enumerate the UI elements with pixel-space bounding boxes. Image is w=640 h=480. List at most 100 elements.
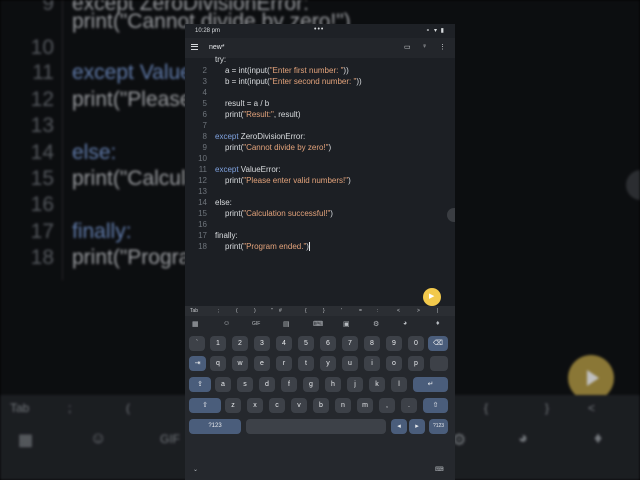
key[interactable]: 7	[342, 336, 358, 351]
line-number: 2	[202, 66, 207, 75]
line-number: 7	[202, 121, 207, 130]
emoji-icon[interactable]: ☺	[223, 320, 230, 327]
backspace-key[interactable]: ⌫	[428, 336, 448, 351]
symbols-key-right[interactable]: ?123	[429, 419, 448, 434]
key[interactable]: 0	[408, 336, 424, 351]
symbol-key[interactable]: >	[417, 308, 420, 314]
line-code: try:	[215, 55, 227, 64]
shift-key-left[interactable]: ⇧	[189, 398, 221, 413]
caps-key[interactable]: ⇪	[189, 377, 211, 392]
key[interactable]: p	[408, 356, 424, 371]
bg-symbol: (	[126, 401, 130, 415]
key[interactable]: 9	[386, 336, 402, 351]
symbol-key[interactable]: )	[254, 308, 256, 314]
key[interactable]: .	[401, 398, 417, 413]
clipboard-icon[interactable]: ▤	[283, 320, 290, 328]
enter-key[interactable]: ↵	[413, 377, 448, 392]
file-title[interactable]: new*	[209, 44, 225, 51]
key[interactable]: ,	[379, 398, 395, 413]
bg-symbol: }	[545, 401, 550, 415]
key[interactable]: 8	[364, 336, 380, 351]
key[interactable]: 6	[320, 336, 336, 351]
line-number: 13	[198, 187, 207, 196]
key[interactable]: f	[281, 377, 297, 392]
key[interactable]: a	[215, 377, 231, 392]
key[interactable]: d	[259, 377, 275, 392]
settings-icon[interactable]: ⚙	[373, 320, 379, 328]
bulb-icon[interactable]: ♀	[422, 43, 427, 50]
arrow-right-icon: ▸	[415, 423, 419, 430]
key[interactable]: e	[254, 356, 270, 371]
code-editor[interactable]: try: 2 a = int(input("Enter first number:…	[185, 55, 455, 309]
key[interactable]: q	[210, 356, 226, 371]
key[interactable]: u	[342, 356, 358, 371]
key[interactable]: v	[291, 398, 307, 413]
key[interactable]: m	[357, 398, 373, 413]
palette-icon[interactable]: ◕	[403, 320, 407, 327]
key[interactable]: l	[391, 377, 407, 392]
key[interactable]: 2	[232, 336, 248, 351]
key[interactable]: y	[320, 356, 336, 371]
mic-icon[interactable]: ♦	[436, 320, 440, 327]
key[interactable]: b	[313, 398, 329, 413]
run-button[interactable]: ▶	[423, 288, 441, 306]
cursor-left-key[interactable]: ◂	[391, 419, 407, 434]
bg-line-number: 17	[30, 220, 54, 243]
folder-icon[interactable]: ▭	[404, 43, 411, 51]
key[interactable]: x	[247, 398, 263, 413]
key[interactable]: k	[369, 377, 385, 392]
symbols-key[interactable]: ?123	[189, 419, 241, 434]
key[interactable]: r	[276, 356, 292, 371]
symbol-key[interactable]: (	[236, 308, 238, 314]
line-code: print("Program ended.")	[225, 242, 310, 252]
translate-icon[interactable]: ▣	[343, 320, 350, 328]
key[interactable]: 4	[276, 336, 292, 351]
symbol-key[interactable]: <	[397, 308, 400, 314]
key[interactable]: w	[232, 356, 248, 371]
symbol-key[interactable]: Tab	[190, 308, 198, 314]
chevron-down-icon[interactable]: ⌄	[193, 466, 198, 473]
caps-icon: ⇪	[197, 381, 203, 388]
enter-icon: ↵	[427, 381, 434, 388]
symbol-key[interactable]: =	[359, 308, 362, 314]
shift-key-right[interactable]: ⇧	[423, 398, 448, 413]
key[interactable]: `	[189, 336, 205, 351]
key[interactable]: 3	[254, 336, 270, 351]
keyboard-switch-icon[interactable]: ⌨	[435, 466, 444, 473]
key[interactable]: o	[386, 356, 402, 371]
symbol-key[interactable]: '	[341, 308, 342, 314]
tab-key[interactable]: ⇥	[189, 356, 206, 371]
key[interactable]: 1	[210, 336, 226, 351]
symbol-key[interactable]: }	[323, 308, 325, 314]
key[interactable]: g	[303, 377, 319, 392]
gif-button[interactable]: GIF	[252, 321, 260, 327]
bg-line-number: 16	[30, 193, 54, 216]
symbol-key[interactable]: ;	[218, 308, 219, 314]
symbol-key[interactable]: #	[279, 308, 282, 314]
key[interactable]: c	[269, 398, 285, 413]
cursor-right-key[interactable]: ▸	[409, 419, 425, 434]
key[interactable]: h	[325, 377, 341, 392]
apps-grid-icon[interactable]: ▦	[192, 320, 199, 328]
symbol-key[interactable]: |	[437, 308, 438, 314]
edit-edge-button[interactable]	[447, 208, 455, 222]
line-number: 10	[198, 154, 207, 163]
key[interactable]: s	[237, 377, 253, 392]
key[interactable]: j	[347, 377, 363, 392]
key[interactable]: n	[335, 398, 351, 413]
space-key[interactable]	[246, 419, 386, 434]
key[interactable]: z	[225, 398, 241, 413]
bg-line-number: 12	[30, 88, 54, 111]
bg-gutter-line	[62, 0, 63, 280]
symbol-key[interactable]: "	[271, 308, 273, 314]
menu-icon[interactable]	[191, 42, 199, 50]
symbol-key[interactable]: :	[377, 308, 378, 314]
more-vert-icon[interactable]: ⋮	[439, 43, 446, 51]
key[interactable]: i	[364, 356, 380, 371]
bg-line-number: 15	[30, 167, 54, 190]
key-extra[interactable]	[430, 356, 448, 371]
keyboard-icon[interactable]: ⌨	[313, 320, 323, 328]
key[interactable]: 5	[298, 336, 314, 351]
key[interactable]: t	[298, 356, 314, 371]
symbol-key[interactable]: {	[305, 308, 307, 314]
